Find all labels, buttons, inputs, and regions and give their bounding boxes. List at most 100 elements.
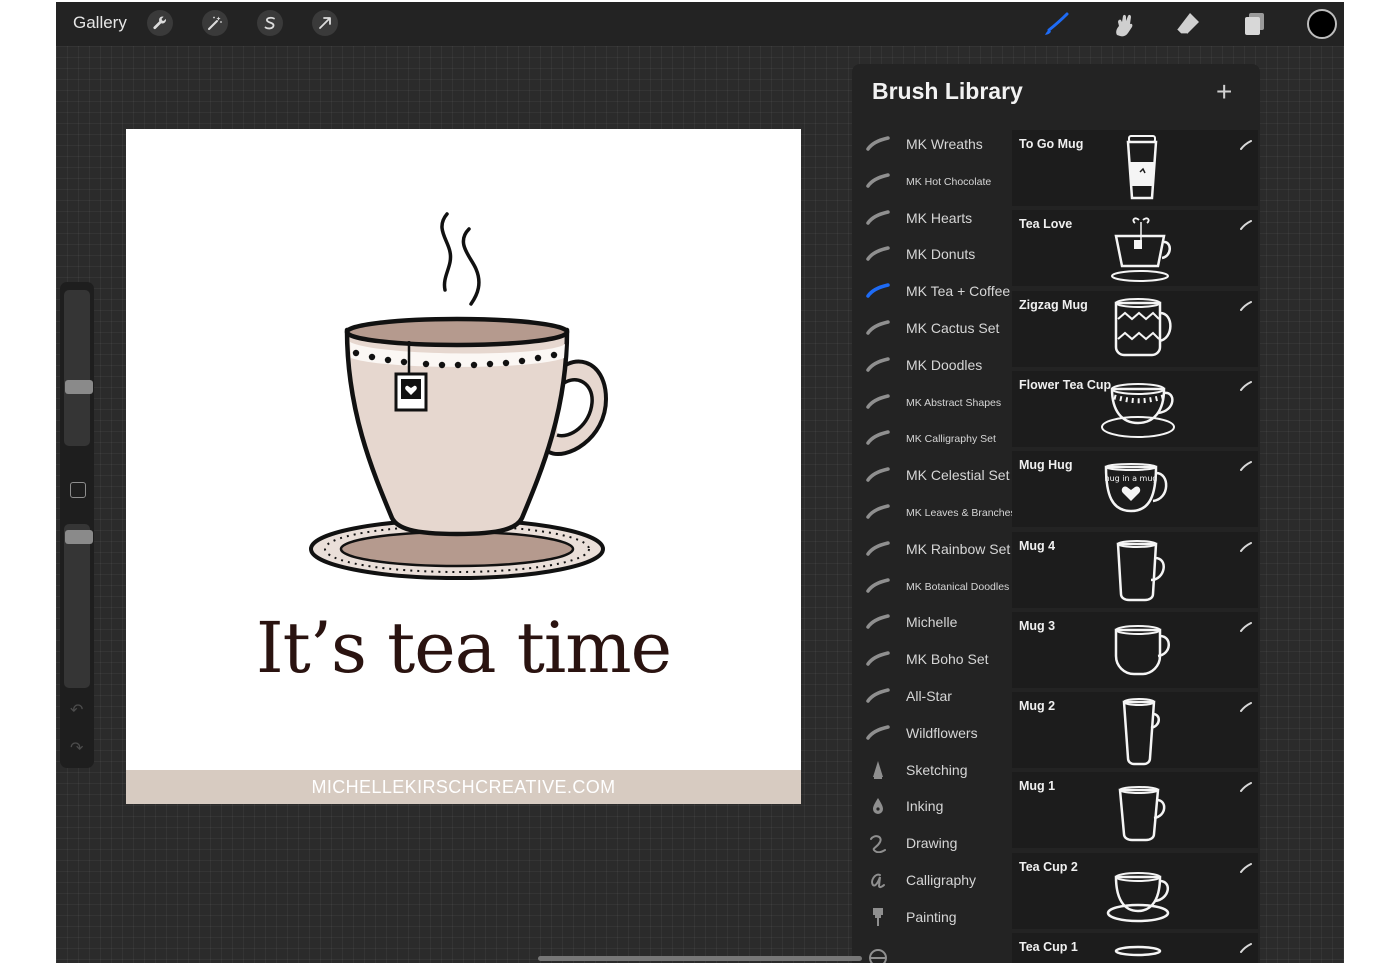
brush-type-icon [1240, 940, 1252, 953]
brush-set-label: MK Wreaths [906, 136, 983, 152]
brush-set-label: Drawing [906, 835, 958, 852]
brush-stroke-icon [866, 539, 890, 559]
brush-stroke-icon [866, 428, 890, 448]
brush-type-icon [1240, 378, 1252, 391]
brush-name: Zigzag Mug [1019, 297, 1088, 312]
eraser-icon[interactable] [1173, 9, 1203, 39]
brush-item[interactable]: Mug 2 [1012, 692, 1258, 769]
brush-set-item[interactable]: Sketching [852, 752, 1012, 788]
brush-type-icon [1240, 458, 1252, 472]
ink-drop-icon [866, 796, 890, 816]
redo-icon[interactable]: ↷ [70, 738, 83, 758]
brush-set-label: MK Donuts [906, 246, 976, 263]
brush-type-icon [1240, 619, 1252, 632]
brush-set-item[interactable]: MK Tea + Coffee [852, 273, 1012, 309]
brush-stroke-preview [1094, 937, 1184, 963]
brush-set-item[interactable]: MK Leaves & Branches [852, 494, 1016, 530]
pencil-icon [866, 760, 890, 780]
brush-set-label: MK Boho Set [906, 651, 989, 668]
brush-item[interactable]: Zigzag Mug [1012, 290, 1258, 367]
brush-stroke-preview [1094, 375, 1184, 445]
brush-item[interactable]: Mug 3 [1012, 611, 1258, 688]
tea-cup-illustration [309, 212, 609, 580]
calligraphy-a-icon [866, 870, 890, 890]
brush-stroke-icon [866, 134, 890, 154]
brush-set-label: MK Hot Chocolate [906, 175, 992, 188]
brush-set-label: MK Botanical Doodles [906, 580, 1010, 593]
brush-set-item[interactable] [852, 936, 1012, 963]
brush-set-item[interactable]: MK Abstract Shapes [852, 384, 1012, 420]
brush-set-item[interactable]: Calligraphy [852, 862, 1012, 898]
brush-type-icon [1240, 699, 1252, 713]
artwork-canvas[interactable]: It’s tea time MICHELLEKIRSCHCREATIVE.COM [126, 129, 801, 804]
brush-item[interactable]: Tea Love [1012, 210, 1258, 287]
brush-set-item[interactable]: MK Donuts [852, 236, 1012, 272]
brush-stroke-preview [1094, 696, 1184, 766]
magic-wand-icon[interactable] [202, 10, 228, 36]
brush-set-item[interactable]: MK Cactus Set [852, 310, 1012, 346]
brush-set-item[interactable]: Michelle [852, 604, 1012, 640]
brush-set-item[interactable]: MK Calligraphy Set [852, 420, 1012, 456]
brush-item[interactable]: Tea Cup 1 [1012, 933, 1258, 963]
brush-icon[interactable] [1042, 9, 1072, 39]
brush-set-item[interactable]: MK Hot Chocolate [852, 163, 1012, 199]
brush-set-item[interactable]: MK Hearts [852, 200, 1012, 236]
brush-name: Tea Love [1019, 217, 1073, 232]
smudge-icon[interactable] [1108, 9, 1138, 39]
brush-item[interactable]: Mug 4 [1012, 531, 1258, 608]
opacity-slider[interactable] [64, 524, 93, 688]
brush-set-item[interactable]: MK Wreaths [852, 126, 1012, 162]
brush-type-icon [1240, 217, 1252, 231]
brush-set-item[interactable]: Wildflowers [852, 715, 1012, 751]
transform-arrow-icon[interactable] [312, 10, 338, 36]
brush-item[interactable]: Flower Tea Cup [1012, 370, 1258, 447]
selection-s-icon[interactable] [257, 10, 283, 36]
brush-set-item[interactable]: Drawing [852, 825, 1012, 861]
add-brush-plus-icon[interactable]: + [1216, 78, 1232, 106]
gallery-button[interactable]: Gallery [73, 13, 127, 33]
brush-set-label: MK Celestial Set [906, 467, 1010, 484]
top-toolbar: Gallery [56, 2, 1344, 46]
brush-set-label: Painting [906, 908, 957, 925]
brush-set-label: Wildflowers [906, 724, 978, 741]
brush-stroke-icon [866, 208, 890, 228]
brush-set-label: Calligraphy [906, 872, 977, 888]
brush-set-label: Inking [906, 798, 944, 815]
brush-stroke-icon [866, 465, 890, 485]
brush-stroke-icon [866, 576, 890, 596]
home-indicator [538, 956, 862, 961]
modify-button[interactable] [70, 482, 86, 498]
brush-item[interactable]: To Go Mug [1012, 130, 1258, 206]
brush-set-item[interactable]: MK Rainbow Set [852, 531, 1012, 567]
brush-set-item[interactable]: Painting [852, 899, 1012, 935]
brush-set-label: MK Doodles [906, 356, 983, 373]
brush-size-thumb[interactable] [65, 380, 93, 394]
brush-set-label: MK Calligraphy Set [906, 433, 996, 446]
paint-brush-icon [866, 907, 890, 927]
brush-set-item[interactable]: MK Boho Set [852, 641, 1012, 677]
brush-set-label: Michelle [906, 614, 958, 631]
brush-type-icon [1240, 779, 1252, 793]
brush-set-item[interactable]: MK Botanical Doodles [852, 568, 1012, 604]
brush-set-item[interactable]: Inking [852, 788, 1012, 824]
brush-type-icon [1240, 137, 1252, 150]
wrench-icon[interactable] [147, 10, 173, 36]
brush-item[interactable]: Mug Hug hug in a mug [1012, 451, 1258, 528]
color-picker-button[interactable] [1307, 9, 1337, 39]
brush-size-slider[interactable] [64, 290, 93, 446]
opacity-thumb[interactable] [65, 530, 93, 544]
brush-set-label: All-Star [906, 688, 952, 704]
brush-type-icon [1240, 298, 1252, 311]
brush-library-panel: Brush Library + MK Wreaths MK Hot Chocola… [852, 64, 1260, 963]
website-footer: MICHELLEKIRSCHCREATIVE.COM [126, 770, 801, 804]
brush-name: Tea Cup 1 [1019, 940, 1078, 954]
layers-icon[interactable] [1239, 9, 1269, 39]
undo-icon[interactable]: ↶ [70, 700, 83, 720]
squiggle-icon [866, 833, 890, 854]
brush-set-item[interactable]: All-Star [852, 678, 1012, 714]
brush-item[interactable]: Tea Cup 2 [1012, 852, 1258, 929]
brush-name: To Go Mug [1019, 137, 1084, 151]
brush-item[interactable]: Mug 1 [1012, 772, 1258, 849]
brush-set-item[interactable]: MK Doodles [852, 347, 1012, 383]
brush-set-item[interactable]: MK Celestial Set [852, 457, 1012, 493]
